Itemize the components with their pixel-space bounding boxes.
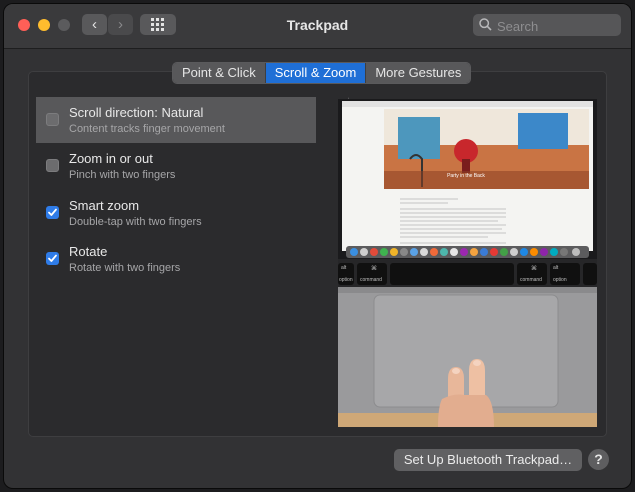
gesture-preview-illustration: Party in the Back alt option command com… [338,99,597,427]
option-subtitle: Double-tap with two fingers [69,216,202,228]
option-scroll-direction[interactable]: Scroll direction: Natural Content tracks… [36,97,362,143]
option-title: Rotate [69,244,108,259]
article-heading: Party in the Back [447,173,485,179]
key-option-right: option [553,277,567,283]
key-command-left: command [360,277,382,283]
command-key-glyph: ⌘ [371,265,377,272]
scroll-direction-checkbox[interactable] [46,113,59,126]
title-bar: ‹ › Trackpad [4,4,631,49]
option-smart-zoom[interactable]: Smart zoom Double-tap with two fingers [36,190,316,236]
option-rotate[interactable]: Rotate Rotate with two fingers [36,236,316,282]
key-alt-right: alt [553,265,559,271]
option-subtitle: Content tracks finger movement [69,123,225,135]
tab-point-click[interactable]: Point & Click [173,63,266,83]
key-alt-left: alt [341,265,347,271]
key-command-right: command [520,277,542,283]
tab-bar: Point & Click Scroll & Zoom More Gesture… [172,62,472,84]
option-title: Scroll direction: Natural [69,105,204,120]
smart-zoom-checkbox[interactable] [46,206,59,219]
option-zoom-in-out[interactable]: Zoom in or out Pinch with two fingers [36,143,316,189]
tab-scroll-zoom[interactable]: Scroll & Zoom [265,63,367,83]
option-subtitle: Rotate with two fingers [69,262,181,274]
search-icon [479,18,492,31]
key-option-left: option [339,277,353,283]
search-input[interactable] [495,16,619,36]
zoom-in-out-checkbox[interactable] [46,159,59,172]
search-field[interactable] [473,14,621,36]
gesture-preview: Party in the Back alt option command com… [338,99,597,427]
rotate-checkbox[interactable] [46,252,59,265]
tab-more-gestures[interactable]: More Gestures [366,63,471,83]
option-subtitle: Pinch with two fingers [69,169,176,181]
command-key-glyph: ⌘ [531,265,537,272]
setup-bluetooth-trackpad-button[interactable]: Set Up Bluetooth Trackpad… [394,449,582,471]
preferences-window: ‹ › Trackpad Point & Click Scroll & Zoom… [4,4,631,488]
option-title: Smart zoom [69,198,140,213]
option-title: Zoom in or out [69,151,153,166]
help-button[interactable]: ? [588,449,609,470]
checkmark-icon [48,254,57,262]
checkmark-icon [48,208,57,216]
